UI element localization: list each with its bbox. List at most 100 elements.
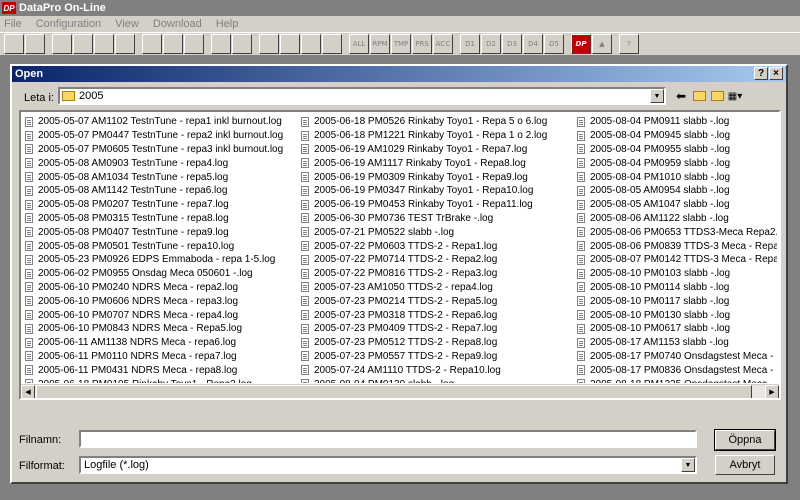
print-icon[interactable] xyxy=(142,34,162,54)
file-item[interactable]: 2005-08-10 PM0114 slabb -.log xyxy=(577,281,777,295)
file-item[interactable]: 2005-06-19 PM0309 Rinkaby Toyo1 - Repa9.… xyxy=(301,170,581,184)
channel-icon[interactable]: ALL xyxy=(349,34,369,54)
file-item[interactable]: 2005-06-11 AM1138 NDRS Meca - repa6.log xyxy=(25,336,305,350)
help-icon[interactable]: ? xyxy=(619,34,639,54)
filetype-select[interactable]: Logfile (*.log) ▼ xyxy=(79,456,697,474)
file-item[interactable]: 2005-05-08 AM1034 TestnTune - repa5.log xyxy=(25,170,305,184)
file-item[interactable]: 2005-07-22 PM0603 TTDS-2 - Repa1.log xyxy=(301,239,581,253)
save-icon[interactable] xyxy=(25,34,45,54)
channel-icon[interactable]: PRS xyxy=(412,34,432,54)
cursor-icon[interactable] xyxy=(163,34,183,54)
file-item[interactable]: 2005-06-18 PM0526 Rinkaby Toyo1 - Repa 5… xyxy=(301,115,581,129)
channel-icon[interactable]: D2 xyxy=(481,34,501,54)
chevron-down-icon[interactable]: ▼ xyxy=(681,458,695,472)
file-item[interactable]: 2005-07-22 PM0816 TTDS-2 - Repa3.log xyxy=(301,267,581,281)
file-item[interactable]: 2005-07-23 AM1050 TTDS-2 - repa4.log xyxy=(301,281,581,295)
lookin-combo[interactable]: 2005 ▼ xyxy=(58,87,666,105)
menu-view[interactable]: View xyxy=(115,18,139,30)
file-item[interactable]: 2005-08-06 AM1122 slabb -.log xyxy=(577,212,777,226)
file-item[interactable]: 2005-05-07 PM0447 TestnTune - repa2 inkl… xyxy=(25,129,305,143)
file-item[interactable]: 2005-07-23 PM0557 TTDS-2 - Repa9.log xyxy=(301,350,581,364)
file-item[interactable]: 2005-08-10 PM0103 slabb -.log xyxy=(577,267,777,281)
menu-help[interactable]: Help xyxy=(216,18,239,30)
file-item[interactable]: 2005-08-04 PM0955 slabb -.log xyxy=(577,143,777,157)
channel-icon[interactable]: D5 xyxy=(544,34,564,54)
file-item[interactable]: 2005-08-06 PM0839 TTDS-3 Meca - Repa3.lo… xyxy=(577,239,777,253)
scroll-right-icon[interactable]: ▶ xyxy=(765,385,779,398)
file-item[interactable]: 2005-07-24 AM1110 TTDS-2 - Repa10.log xyxy=(301,363,581,377)
file-item[interactable]: 2005-07-23 PM0409 TTDS-2 - Repa7.log xyxy=(301,322,581,336)
scroll-thumb[interactable] xyxy=(36,385,752,398)
file-item[interactable]: 2005-06-18 PM0105 Rinkaby Toyo1 - Repa3.… xyxy=(25,377,305,383)
file-item[interactable]: 2005-06-19 PM0453 Rinkaby Toyo1 - Repa11… xyxy=(301,198,581,212)
file-item[interactable]: 2005-08-04 PM0139 slabb -.log xyxy=(301,377,581,383)
open-button[interactable]: Öppna xyxy=(714,429,776,451)
zoom-icon[interactable] xyxy=(322,34,342,54)
file-item[interactable]: 2005-07-23 PM0318 TTDS-2 - Repa6.log xyxy=(301,308,581,322)
chevron-down-icon[interactable]: ▼ xyxy=(650,89,664,103)
up-folder-icon[interactable] xyxy=(690,88,708,104)
export-icon[interactable] xyxy=(115,34,135,54)
file-item[interactable]: 2005-06-02 PM0955 Onsdag Meca 050601 -.l… xyxy=(25,267,305,281)
file-item[interactable]: 2005-08-17 AM1153 slabb -.log xyxy=(577,336,777,350)
file-item[interactable]: 2005-06-11 PM0431 NDRS Meca - repa8.log xyxy=(25,363,305,377)
file-item[interactable]: 2005-08-06 PM0653 TTDS3-Meca Repa2.log xyxy=(577,225,777,239)
file-item[interactable]: 2005-05-08 PM0501 TestnTune - repa10.log xyxy=(25,239,305,253)
file-item[interactable]: 2005-07-23 PM0512 TTDS-2 - Repa8.log xyxy=(301,336,581,350)
close-button[interactable]: × xyxy=(769,67,783,80)
file-item[interactable]: 2005-05-08 PM0315 TestnTune - repa8.log xyxy=(25,212,305,226)
view-menu-icon[interactable]: ▦▾ xyxy=(726,88,744,104)
file-item[interactable]: 2005-08-07 PM0142 TTDS-3 Meca - Repa4.lo… xyxy=(577,253,777,267)
file-item[interactable]: 2005-06-10 PM0240 NDRS Meca - repa2.log xyxy=(25,281,305,295)
file-item[interactable]: 2005-05-08 PM0407 TestnTune - repa9.log xyxy=(25,225,305,239)
open-icon[interactable] xyxy=(4,34,24,54)
folder-icon[interactable] xyxy=(73,34,93,54)
file-item[interactable]: 2005-08-17 PM0740 Onsdagstest Meca - Rep… xyxy=(577,350,777,364)
menu-download[interactable]: Download xyxy=(153,18,202,30)
channel-icon[interactable]: D4 xyxy=(523,34,543,54)
file-item[interactable]: 2005-06-19 PM0347 Rinkaby Toyo1 - Repa10… xyxy=(301,184,581,198)
zoom-fit-icon[interactable] xyxy=(280,34,300,54)
file-item[interactable]: 2005-05-08 AM0903 TestnTune - repa4.log xyxy=(25,156,305,170)
file-item[interactable]: 2005-06-30 PM0736 TEST TrBrake -.log xyxy=(301,212,581,226)
new-folder-icon[interactable] xyxy=(708,88,726,104)
file-item[interactable]: 2005-05-07 AM1102 TestnTune - repa1 inkl… xyxy=(25,115,305,129)
file-item[interactable]: 2005-06-18 PM1221 Rinkaby Toyo1 - Repa 1… xyxy=(301,129,581,143)
menu-configuration[interactable]: Configuration xyxy=(36,18,101,30)
channel-icon[interactable]: D3 xyxy=(502,34,522,54)
back-icon[interactable]: ⬅ xyxy=(672,88,690,104)
file-item[interactable]: 2005-06-10 PM0843 NDRS Meca - Repa5.log xyxy=(25,322,305,336)
file-item[interactable]: 2005-05-08 AM1142 TestnTune - repa6.log xyxy=(25,184,305,198)
file-item[interactable]: 2005-08-04 PM0959 slabb -.log xyxy=(577,156,777,170)
channel-icon[interactable]: D1 xyxy=(460,34,480,54)
file-item[interactable]: 2005-08-10 PM0117 slabb -.log xyxy=(577,294,777,308)
file-item[interactable]: 2005-08-04 PM0911 slabb -.log xyxy=(577,115,777,129)
file-item[interactable]: 2005-08-04 PM1010 slabb -.log xyxy=(577,170,777,184)
zoom-in-icon[interactable] xyxy=(259,34,279,54)
file-item[interactable]: 2005-06-10 PM0606 NDRS Meca - repa3.log xyxy=(25,294,305,308)
file-item[interactable]: 2005-05-08 PM0207 TestnTune - repa7.log xyxy=(25,198,305,212)
file-item[interactable]: 2005-08-05 AM1047 slabb -.log xyxy=(577,198,777,212)
menu-file[interactable]: File xyxy=(4,18,22,30)
filename-input[interactable] xyxy=(79,430,697,448)
horizontal-scrollbar[interactable]: ◀ ▶ xyxy=(21,384,779,398)
marker-icon[interactable] xyxy=(232,34,252,54)
fill-icon[interactable] xyxy=(184,34,204,54)
pen-icon[interactable] xyxy=(211,34,231,54)
file-item[interactable]: 2005-06-19 AM1029 Rinkaby Toyo1 - Repa7.… xyxy=(301,143,581,157)
folder-open-icon[interactable] xyxy=(52,34,72,54)
file-item[interactable]: 2005-08-04 PM0945 slabb -.log xyxy=(577,129,777,143)
warning-icon[interactable]: ▲ xyxy=(592,34,612,54)
file-item[interactable]: 2005-06-10 PM0707 NDRS Meca - repa4.log xyxy=(25,308,305,322)
channel-icon[interactable]: TMP xyxy=(391,34,411,54)
file-item[interactable]: 2005-06-11 PM0110 NDRS Meca - repa7.log xyxy=(25,350,305,364)
file-item[interactable]: 2005-08-10 PM0130 slabb -.log xyxy=(577,308,777,322)
file-item[interactable]: 2005-07-21 PM0522 slabb -.log xyxy=(301,225,581,239)
file-item[interactable]: 2005-08-05 AM0954 slabb -.log xyxy=(577,184,777,198)
file-item[interactable]: 2005-07-23 PM0214 TTDS-2 - Repa5.log xyxy=(301,294,581,308)
file-item[interactable]: 2005-05-07 PM0605 TestnTune - repa3 inkl… xyxy=(25,143,305,157)
zoom-out-icon[interactable] xyxy=(301,34,321,54)
file-item[interactable]: 2005-06-19 AM1117 Rinkaby Toyo1 - Repa8.… xyxy=(301,156,581,170)
file-item[interactable]: 2005-07-22 PM0714 TTDS-2 - Repa2.log xyxy=(301,253,581,267)
folder-save-icon[interactable] xyxy=(94,34,114,54)
